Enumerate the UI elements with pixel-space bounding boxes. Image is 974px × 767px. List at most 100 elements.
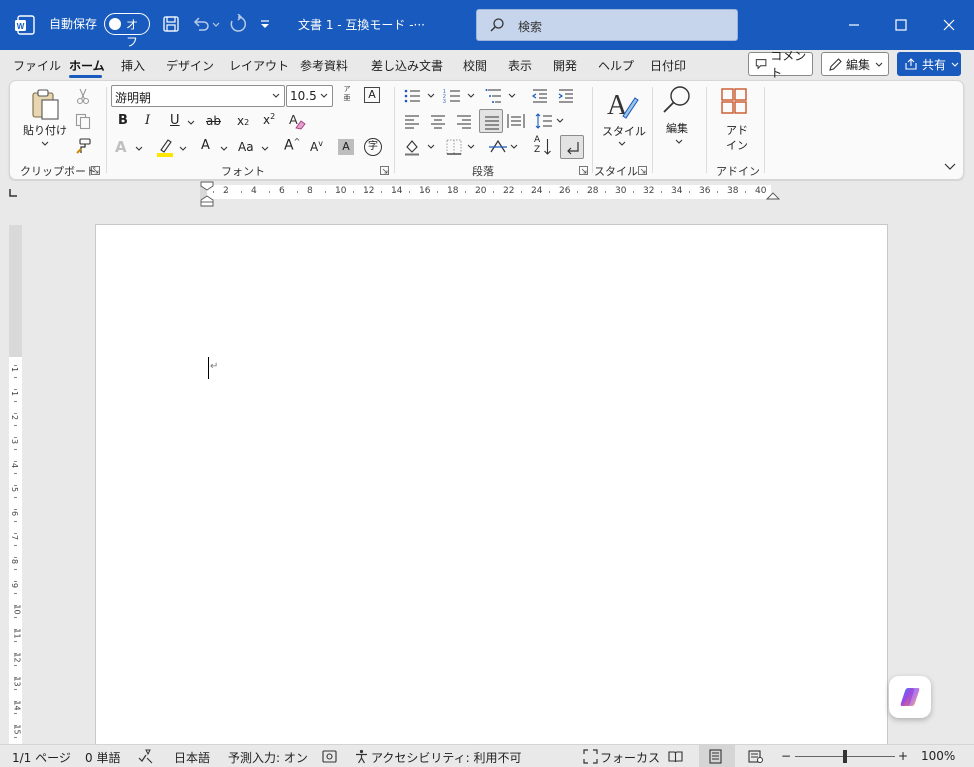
accessibility-icon[interactable] [354,749,369,764]
editing-mode-button[interactable]: 編集 [821,52,889,76]
tab-review[interactable]: 校閲 [463,57,487,74]
underline-dropdown-icon[interactable] [186,118,196,128]
character-shading-button[interactable]: A [338,139,354,155]
cut-icon[interactable] [74,87,92,105]
redo-icon[interactable] [228,14,248,34]
phonetic-guide-button[interactable]: ア 亜 [340,85,354,105]
align-center-icon[interactable] [429,112,447,130]
font-name-combo[interactable]: 游明朝 [111,85,285,107]
bold-button[interactable]: B [118,113,128,128]
highlight-dropdown-icon[interactable] [178,144,188,154]
zoom-level[interactable]: 100% [921,749,955,763]
highlight-icon[interactable] [155,136,177,158]
paragraph-launcher-icon[interactable] [579,166,588,175]
find-icon[interactable] [661,84,693,116]
undo-icon[interactable] [191,14,211,34]
maximize-icon[interactable] [891,15,911,35]
tab-home[interactable]: ホーム [69,57,105,74]
collapse-ribbon-icon[interactable] [943,159,957,173]
styles-icon[interactable]: A [605,88,639,122]
print-layout-icon[interactable] [708,749,723,764]
indent-markers-icon[interactable] [200,181,214,207]
tab-help[interactable]: ヘルプ [598,57,634,74]
character-border-button[interactable]: A [364,87,380,103]
zoom-slider[interactable] [795,749,895,764]
multilevel-list-dropdown-icon[interactable] [507,91,517,101]
shading-dropdown-icon[interactable] [426,142,436,152]
search-box[interactable]: 検索 [476,9,738,41]
zoom-out-button[interactable]: − [781,749,791,763]
font-launcher-icon[interactable] [380,166,389,175]
superscript-button[interactable]: x2 [263,112,275,127]
macro-record-icon[interactable] [322,749,337,764]
tab-references[interactable]: 参考資料 [300,57,348,74]
change-case-button[interactable]: Aa [238,140,254,154]
tab-mailings[interactable]: 差し込み文書 [371,57,443,74]
accessibility-status[interactable]: アクセシビリティ: 利用不可 [371,749,522,766]
undo-dropdown-icon[interactable] [211,14,221,34]
line-spacing-icon[interactable] [535,112,553,130]
styles-dropdown-icon[interactable] [616,138,628,150]
chevron-down-icon[interactable] [319,91,329,101]
tab-date-stamp[interactable]: 日付印 [650,57,686,74]
paste-dropdown-icon[interactable] [39,138,51,150]
change-case-dropdown-icon[interactable] [260,144,270,154]
editing-button-label[interactable]: 編集 [666,120,688,136]
font-color-dropdown-icon[interactable] [219,144,229,154]
copilot-button[interactable] [889,676,931,718]
sort-button[interactable]: A Z [533,135,553,158]
tab-layout[interactable]: レイアウト [229,57,289,74]
distributed-icon[interactable] [507,112,525,130]
text-effects-dropdown-icon[interactable] [134,144,144,154]
numbering-dropdown-icon[interactable] [466,91,476,101]
save-icon[interactable] [161,14,181,34]
numbering-icon[interactable]: 1 2 3 [443,87,461,105]
close-icon[interactable] [939,15,959,35]
borders-dropdown-icon[interactable] [466,142,476,152]
language[interactable]: 日本語 [174,749,210,766]
text-effects-button[interactable]: A [115,138,127,156]
italic-button[interactable]: I [145,113,150,128]
share-button[interactable]: 共有 [897,52,961,76]
focus-icon[interactable] [583,749,598,764]
enclose-characters-button[interactable]: 字 [364,138,382,156]
add-ins-label-line1[interactable]: アド [726,122,748,138]
paste-label[interactable]: 貼り付け [23,122,67,138]
zoom-slider-thumb[interactable] [843,750,847,763]
multilevel-list-icon[interactable] [485,87,503,105]
customize-toolbar-icon[interactable] [258,14,272,34]
decrease-indent-icon[interactable] [531,87,549,105]
align-left-icon[interactable] [403,112,421,130]
autosave-toggle[interactable]: オフ [104,13,150,49]
copy-icon[interactable] [74,112,92,130]
right-indent-marker-icon[interactable] [766,190,780,200]
horizontal-ruler[interactable]: 2 4 6 8 10 12 14 16 18 20 22 24 26 28 30 32 34 36 38 40 [207,185,771,199]
borders-icon[interactable] [445,138,463,156]
strikethrough-button[interactable]: ab [206,114,221,128]
shrink-font-button[interactable]: Av [310,139,323,154]
tab-selector-icon[interactable] [8,188,18,198]
clear-formatting-icon[interactable]: A [287,111,307,131]
justify-button[interactable] [479,109,503,133]
asian-layout-icon[interactable] [488,138,508,156]
shading-icon[interactable] [403,138,421,156]
paste-icon[interactable] [28,87,62,121]
read-mode-icon[interactable] [668,749,683,764]
add-ins-icon[interactable] [720,87,748,115]
bullets-icon[interactable] [403,87,421,105]
page-count[interactable]: 1/1 ページ [12,749,71,766]
zoom-in-button[interactable]: + [898,749,908,763]
word-logo-icon[interactable]: W [14,14,36,36]
comment-button[interactable]: コメント [748,49,813,80]
styles-launcher-icon[interactable] [638,166,647,175]
chevron-down-icon[interactable] [271,91,281,101]
increase-indent-icon[interactable] [557,87,575,105]
font-size-combo[interactable]: 10.5 [286,85,333,107]
line-spacing-dropdown-icon[interactable] [555,116,565,126]
styles-button-label[interactable]: スタイル [602,123,646,139]
align-right-icon[interactable] [455,112,473,130]
subscript-button[interactable]: x2 [237,114,249,128]
focus-label[interactable]: フォーカス [600,749,660,766]
word-count[interactable]: 0 単語 [85,749,120,766]
grow-font-button[interactable]: A^ [284,137,300,154]
